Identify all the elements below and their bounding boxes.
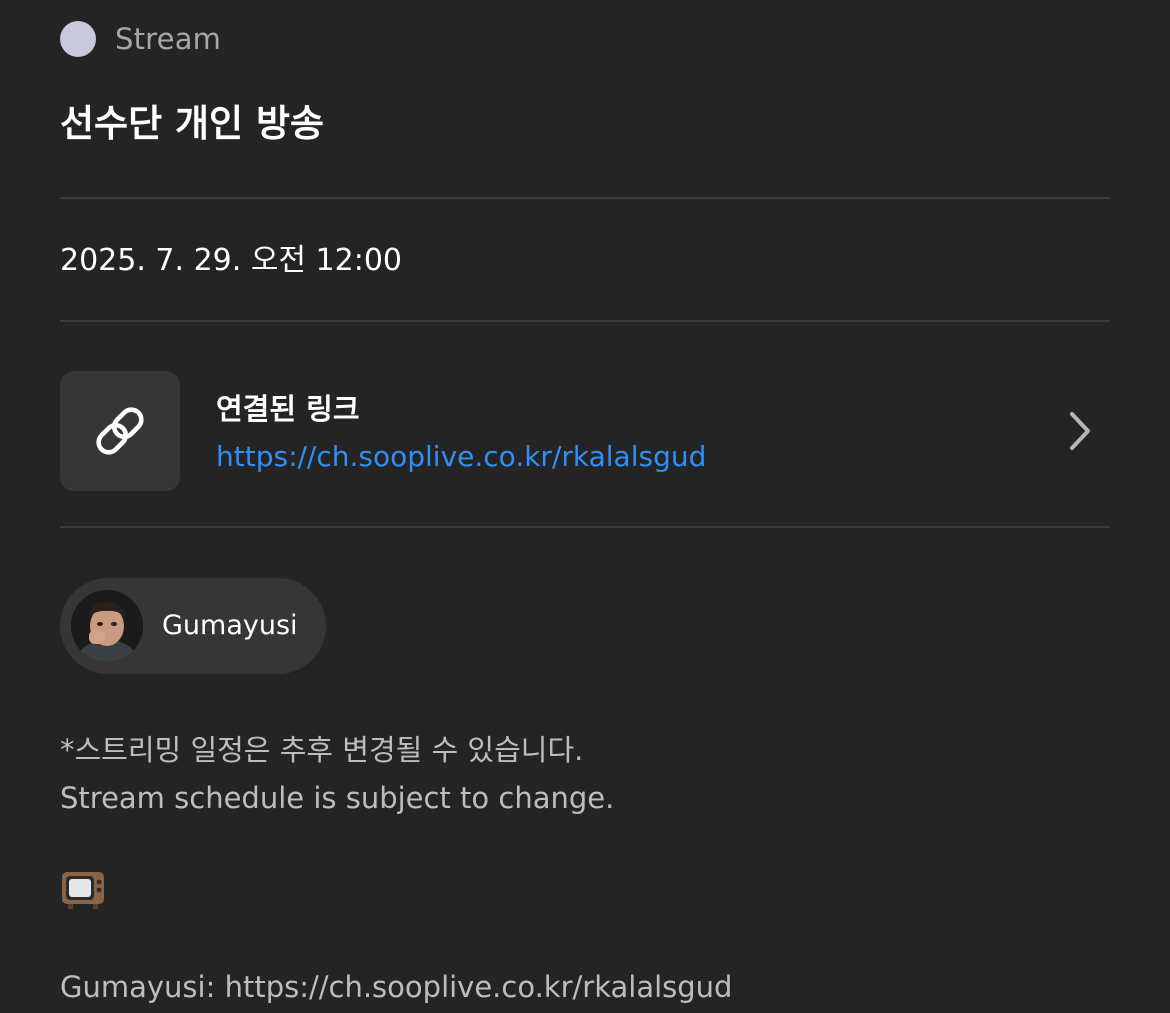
linked-link-row[interactable]: 연결된 링크 https://ch.sooplive.co.kr/rkalals…: [60, 371, 1110, 491]
linked-link-heading: 연결된 링크: [216, 392, 360, 426]
event-description: *스트리밍 일정은 추후 변경될 수 있습니다. Stream schedule…: [60, 726, 1110, 822]
avatar-photo: [71, 590, 143, 662]
television-icon: [62, 872, 104, 909]
link-icon: [96, 407, 144, 455]
divider: [60, 320, 1110, 322]
linked-link-url[interactable]: https://ch.sooplive.co.kr/rkalalsgud: [216, 437, 706, 477]
link-icon-box: [60, 371, 180, 491]
chevron-right-icon: [1070, 412, 1090, 450]
stream-link-text: Gumayusi: https://ch.sooplive.co.kr/rkal…: [60, 970, 733, 1004]
event-title: 선수단 개인 방송: [60, 102, 325, 145]
avatar: [71, 590, 143, 662]
divider: [60, 526, 1110, 528]
participant-name: Gumayusi: [162, 610, 298, 641]
event-datetime: 2025. 7. 29. 오전 12:00: [60, 243, 403, 278]
schedule-notice-english: Stream schedule is subject to change.: [60, 781, 615, 815]
divider: [60, 197, 1110, 199]
category-color-dot: [60, 21, 96, 57]
event-category: Stream: [60, 20, 221, 58]
event-detail-page: Stream 선수단 개인 방송 2025. 7. 29. 오전 12:00 연…: [60, 0, 1110, 1013]
participant-chip[interactable]: Gumayusi: [60, 578, 326, 674]
schedule-notice-korean: *스트리밍 일정은 추후 변경될 수 있습니다.: [60, 733, 584, 767]
category-label: Stream: [115, 22, 222, 56]
